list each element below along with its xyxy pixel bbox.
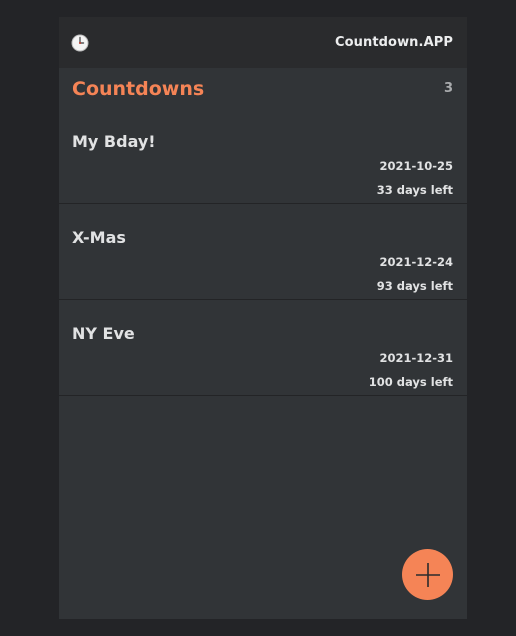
countdown-list: My Bday! 2021-10-25 33 days left X-Mas 2… [59, 108, 467, 396]
countdown-item[interactable]: X-Mas 2021-12-24 93 days left [59, 204, 467, 300]
countdown-item[interactable]: NY Eve 2021-12-31 100 days left [59, 300, 467, 396]
countdown-date: 2021-10-25 [379, 159, 453, 173]
countdown-days-left: 100 days left [368, 375, 453, 389]
countdown-days-left: 93 days left [376, 279, 453, 293]
countdown-date: 2021-12-24 [379, 255, 453, 269]
section-title: Countdowns [72, 78, 205, 100]
section-header: Countdowns 3 [59, 68, 467, 108]
countdown-name: X-Mas [72, 228, 126, 247]
top-bar: Countdown.APP [59, 17, 467, 68]
add-countdown-button[interactable] [402, 549, 453, 600]
app-window: Countdown.APP Countdowns 3 My Bday! 2021… [59, 17, 467, 619]
clock-icon [71, 34, 89, 52]
plus-icon [415, 562, 441, 588]
countdown-days-left: 33 days left [376, 183, 453, 197]
countdown-name: NY Eve [72, 324, 135, 343]
countdown-name: My Bday! [72, 132, 156, 151]
countdown-date: 2021-12-31 [379, 351, 453, 365]
countdown-count: 3 [443, 80, 453, 96]
app-title: Countdown.APP [334, 35, 453, 50]
countdown-item[interactable]: My Bday! 2021-10-25 33 days left [59, 108, 467, 204]
